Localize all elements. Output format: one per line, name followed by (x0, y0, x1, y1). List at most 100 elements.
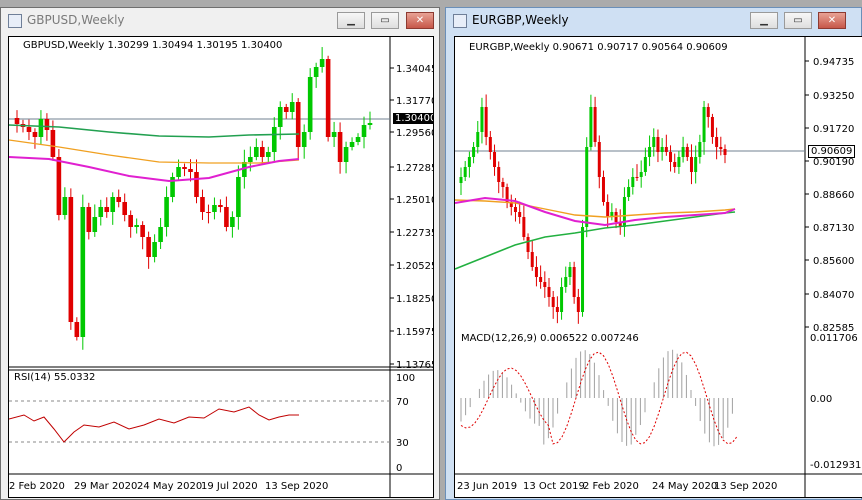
candle-body (648, 147, 652, 157)
candle-body (463, 167, 467, 177)
candle-body (224, 207, 229, 227)
candle-body (689, 157, 693, 172)
candle-body (176, 167, 181, 177)
candle-body (80, 207, 86, 337)
candle-body (254, 147, 259, 157)
candle-body (677, 157, 681, 167)
gbpusd-chart-svg[interactable]: 1.34045 1.31770 1.29560 1.27285 1.25010 1.227… (9, 37, 433, 497)
candle-body (44, 119, 50, 130)
price-tick-label: 0.94735 (813, 57, 854, 68)
candle-body (698, 142, 702, 157)
candle-body (572, 267, 576, 297)
candle-body (134, 225, 139, 227)
candle-body (543, 282, 547, 287)
date-tick-label: 24 May 2020 (652, 481, 717, 492)
candle-body (493, 152, 497, 167)
candle-body (522, 217, 526, 237)
candle-body (110, 197, 116, 212)
macd-tick-label: 0.011706 (810, 333, 858, 344)
chart-window-icon (453, 14, 467, 28)
candle-body (32, 132, 38, 137)
candle-body (710, 117, 714, 137)
gbpusd-maximize-button[interactable]: ▭ (371, 12, 399, 29)
candle-body (660, 147, 664, 152)
candle-body (702, 107, 706, 142)
eurgbp-title-bar[interactable]: EURGBP,Weekly ▁ ▭ ✕ (446, 8, 861, 34)
eurgbp-close-button[interactable]: ✕ (818, 12, 846, 29)
candle-body (581, 227, 585, 312)
candle-body (639, 172, 643, 177)
candle-body (325, 59, 331, 137)
eurgbp-current-price-tag: 0.90609 (808, 145, 856, 158)
candle-body (277, 107, 283, 127)
candle-body (361, 125, 367, 137)
eurgbp-minimize-button[interactable]: ▁ (750, 12, 778, 29)
candle-body (236, 177, 241, 217)
candle-body (56, 157, 62, 215)
rsi-tick-label: 30 (396, 438, 409, 449)
candle-body (248, 157, 253, 162)
candle-body (681, 147, 685, 157)
candle-body (206, 212, 211, 213)
candle-body (212, 205, 217, 212)
candle-body (146, 237, 151, 257)
candle-body (218, 205, 223, 207)
candle-body (38, 119, 44, 137)
rsi-line (9, 406, 299, 443)
candle-body (104, 207, 110, 212)
date-tick-label: 23 Jun 2019 (457, 481, 517, 492)
gbpusd-header-line: GBPUSD,Weekly 1.30299 1.30494 1.30195 1.… (23, 40, 283, 51)
candle-body (50, 130, 56, 157)
candle-body (260, 147, 265, 157)
price-tick-label: 0.84070 (813, 290, 854, 301)
candle-body (547, 287, 551, 297)
candle-body (140, 225, 145, 237)
gbpusd-minimize-button[interactable]: ▁ (337, 12, 365, 29)
candle-body (476, 132, 480, 147)
candle-body (694, 157, 698, 172)
candle-body (307, 77, 313, 132)
date-tick-label: 2 Feb 2020 (9, 481, 65, 492)
candle-body (271, 127, 277, 152)
candle-body (467, 157, 471, 167)
candle-body (685, 147, 689, 157)
candle-body (337, 132, 343, 162)
rsi-tick-label: 70 (396, 397, 409, 408)
rsi-tick-label: 100 (396, 373, 415, 384)
candle-body (128, 215, 133, 227)
gbpusd-close-button[interactable]: ✕ (406, 12, 434, 29)
price-tick-label: 0.93250 (813, 91, 854, 102)
price-tick-label: 0.90190 (813, 157, 854, 168)
candle-body (706, 107, 710, 117)
eurgbp-maximize-button[interactable]: ▭ (784, 12, 812, 29)
candle-body (200, 197, 205, 212)
rsi-tick-label: 0 (396, 463, 402, 474)
candle-body (551, 297, 555, 307)
candle-body (367, 123, 373, 125)
date-tick-label: 13 Sep 2020 (265, 481, 328, 492)
gbpusd-current-price-tag: 1.30400 (393, 113, 433, 124)
candle-body (518, 212, 522, 217)
candle-body (715, 137, 719, 147)
price-tick-label: 1.13765 (396, 360, 433, 371)
date-tick-label: 24 May 2020 (137, 481, 202, 492)
gbpusd-chart-area[interactable]: 1.34045 1.31770 1.29560 1.27285 1.25010 1.227… (8, 36, 434, 498)
candle-body (656, 137, 660, 152)
gbpusd-chart-window[interactable]: GBPUSD,Weekly ▁ ▭ ✕ 1.34045 1.31770 1.2956… (0, 7, 440, 500)
price-tick-label: 0.87130 (813, 223, 854, 234)
candle-body (158, 227, 163, 242)
candle-body (289, 102, 295, 112)
candle-body (313, 67, 319, 77)
gbpusd-title-bar[interactable]: GBPUSD,Weekly ▁ ▭ ✕ (1, 8, 439, 34)
candle-body (472, 147, 476, 157)
candle-body (188, 169, 193, 172)
candle-body (564, 277, 568, 287)
candle-body (182, 167, 187, 169)
eurgbp-chart-window[interactable]: EURGBP,Weekly ▁ ▭ ✕ 0.94735 0.93250 0.9172… (445, 7, 862, 500)
moving-average-line-magenta (9, 156, 300, 183)
candle-body (643, 157, 647, 172)
candle-body (719, 147, 723, 149)
eurgbp-chart-area[interactable]: 0.94735 0.93250 0.91720 0.90190 0.88660 0.871… (454, 36, 862, 498)
eurgbp-chart-svg[interactable]: 0.94735 0.93250 0.91720 0.90190 0.88660 0.871… (455, 37, 862, 497)
candle-body (98, 207, 104, 217)
